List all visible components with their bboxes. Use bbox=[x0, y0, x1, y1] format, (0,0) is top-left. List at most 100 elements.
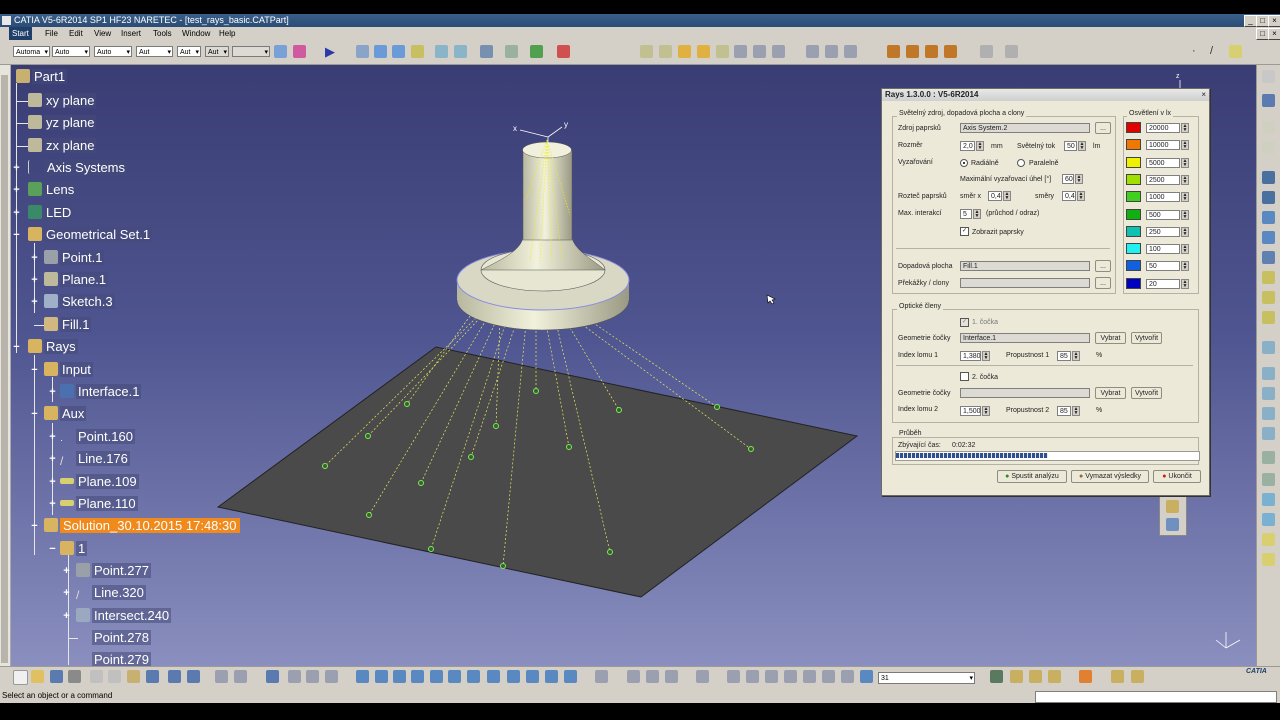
max-interactions-spinner[interactable]: ▲ ▼ bbox=[973, 209, 981, 219]
rendering-select[interactable] bbox=[232, 46, 270, 58]
constraint-icon[interactable] bbox=[306, 670, 319, 683]
collapse-set-1[interactable]: − bbox=[49, 544, 56, 555]
pattern-icon[interactable] bbox=[505, 45, 518, 58]
collapse-solution[interactable]: − bbox=[31, 521, 38, 532]
tool-v-icon[interactable] bbox=[1262, 533, 1275, 546]
tool-5-icon[interactable] bbox=[727, 670, 740, 683]
expand-led[interactable]: + bbox=[13, 208, 20, 219]
illum-value-spinner[interactable]: ▲ ▼ bbox=[1181, 174, 1189, 185]
dialog-close-icon[interactable]: × bbox=[1201, 89, 1206, 101]
rays-tool-icon[interactable] bbox=[557, 45, 570, 58]
line-type-select[interactable]: Aut bbox=[136, 46, 173, 58]
illum-value-spinner[interactable]: ▲ ▼ bbox=[1181, 192, 1189, 203]
tool-11-icon[interactable] bbox=[841, 670, 854, 683]
iso-view-icon[interactable] bbox=[487, 670, 500, 683]
index1-input[interactable]: 1,380 bbox=[960, 351, 981, 361]
expand-line-320[interactable]: + bbox=[63, 588, 70, 599]
tool-9-icon[interactable] bbox=[803, 670, 816, 683]
tool-c-icon[interactable] bbox=[1262, 121, 1275, 134]
tree-node-plane-110[interactable]: Plane.110 bbox=[60, 495, 138, 513]
rotate-view-icon[interactable] bbox=[411, 670, 424, 683]
split-icon[interactable] bbox=[454, 45, 467, 58]
trans1-spinner[interactable]: ▲ ▼ bbox=[1072, 351, 1080, 361]
fly-mode-icon[interactable] bbox=[356, 670, 369, 683]
tool-2-icon[interactable] bbox=[646, 670, 659, 683]
tree-node-point-277[interactable]: Point.277 bbox=[76, 562, 151, 580]
transparency-select[interactable]: Auto bbox=[52, 46, 90, 58]
tree-node-solution[interactable]: Solution_30.10.2015 17:48:30 bbox=[44, 517, 240, 535]
menu-view[interactable]: View bbox=[94, 27, 111, 40]
tool-h-icon[interactable] bbox=[1262, 231, 1275, 244]
circle-icon[interactable] bbox=[392, 45, 405, 58]
tool-g-icon[interactable] bbox=[1262, 211, 1275, 224]
zoom-in-icon[interactable] bbox=[716, 45, 729, 58]
knowledge-icon[interactable] bbox=[1005, 45, 1018, 58]
radial-radio[interactable] bbox=[960, 159, 968, 167]
properties-icon[interactable] bbox=[293, 45, 306, 58]
menu-help[interactable]: Help bbox=[219, 27, 235, 40]
tool-o-icon[interactable] bbox=[1262, 387, 1275, 400]
tree-node-line-320[interactable]: / Line.320 bbox=[76, 584, 146, 602]
tool-k-icon[interactable] bbox=[1262, 291, 1275, 304]
size-spinner[interactable]: ▲ ▼ bbox=[976, 141, 984, 151]
trans2-spinner[interactable]: ▲ ▼ bbox=[1072, 406, 1080, 416]
tool-8-icon[interactable] bbox=[784, 670, 797, 683]
line-tool-icon[interactable]: / bbox=[1210, 45, 1223, 58]
tree-node-set-1[interactable]: 1 bbox=[60, 540, 88, 558]
tool-s-icon[interactable] bbox=[1262, 473, 1275, 486]
expand-point-1[interactable]: + bbox=[31, 253, 38, 264]
tool-m-icon[interactable] bbox=[1262, 341, 1275, 354]
normal-view-icon[interactable] bbox=[753, 45, 766, 58]
lens1-create-button[interactable]: Vytvořit bbox=[1131, 332, 1162, 344]
pan-view-icon[interactable] bbox=[393, 670, 406, 683]
illum-value-input[interactable]: 50 bbox=[1146, 261, 1180, 272]
multi-view-icon[interactable] bbox=[772, 45, 785, 58]
lens1-select-button[interactable]: Vybrat bbox=[1095, 332, 1126, 344]
tree-node-led[interactable]: LED bbox=[28, 204, 74, 222]
catalog-icon[interactable] bbox=[980, 45, 993, 58]
tool-15-icon[interactable] bbox=[1029, 670, 1042, 683]
analysis-icon[interactable] bbox=[530, 45, 543, 58]
tool-p-icon[interactable] bbox=[1262, 407, 1275, 420]
comment-icon[interactable] bbox=[234, 670, 247, 683]
tool-13-icon[interactable] bbox=[990, 670, 1003, 683]
save-icon[interactable] bbox=[50, 670, 63, 683]
illum-value-spinner[interactable]: ▲ ▼ bbox=[1181, 209, 1189, 220]
expand-sketch-3[interactable]: + bbox=[31, 297, 38, 308]
lens1-checkbox[interactable]: ✓ bbox=[960, 318, 969, 327]
spacing-y-spinner[interactable]: ▲ ▼ bbox=[1077, 191, 1085, 201]
print-icon[interactable] bbox=[68, 670, 81, 683]
tree-node-sketch-3[interactable]: Sketch.3 bbox=[44, 293, 115, 311]
lens2-select-button[interactable]: Vybrat bbox=[1095, 387, 1126, 399]
illum-value-spinner[interactable]: ▲ ▼ bbox=[1181, 244, 1189, 255]
illum-value-spinner[interactable]: ▲ ▼ bbox=[1181, 278, 1189, 289]
illum-value-input[interactable]: 20000 bbox=[1146, 123, 1180, 133]
painter-icon[interactable] bbox=[274, 45, 287, 58]
line-thickness-select[interactable]: Auto bbox=[94, 46, 132, 58]
doc-close-button[interactable]: × bbox=[1268, 28, 1280, 40]
paste-icon[interactable] bbox=[127, 670, 140, 683]
tool-r-icon[interactable] bbox=[1262, 451, 1275, 464]
tree-node-point-160[interactable]: · Point.160 bbox=[60, 428, 135, 446]
show-rays-checkbox[interactable]: ✓ bbox=[960, 227, 969, 236]
point-type-select[interactable]: Aut bbox=[177, 46, 201, 58]
illum-value-spinner[interactable]: ▲ ▼ bbox=[1181, 157, 1189, 168]
tree-node-plane-109[interactable]: Plane.109 bbox=[60, 473, 139, 491]
expand-point-160[interactable]: + bbox=[49, 432, 56, 443]
collapse-input[interactable]: − bbox=[31, 365, 38, 376]
extrude-icon[interactable] bbox=[411, 45, 424, 58]
copy-icon[interactable] bbox=[108, 670, 121, 683]
tree-node-point-278[interactable]: · Point.278 bbox=[76, 629, 151, 647]
menu-file[interactable]: File bbox=[45, 27, 58, 40]
command-input[interactable] bbox=[1035, 691, 1277, 703]
tree-root-part1[interactable]: Part1 bbox=[16, 68, 68, 86]
tool-e-icon[interactable] bbox=[1262, 171, 1275, 184]
tool-3-icon[interactable] bbox=[665, 670, 678, 683]
tool-b-icon[interactable] bbox=[1262, 94, 1275, 107]
swap-visible-icon[interactable] bbox=[545, 670, 558, 683]
hide-icon[interactable] bbox=[526, 670, 539, 683]
measure-icon[interactable] bbox=[925, 45, 938, 58]
max-angle-input[interactable]: 60 bbox=[1062, 174, 1074, 184]
illum-value-spinner[interactable]: ▲ ▼ bbox=[1181, 226, 1189, 237]
tree-node-zx-plane[interactable]: zx plane bbox=[28, 137, 97, 155]
